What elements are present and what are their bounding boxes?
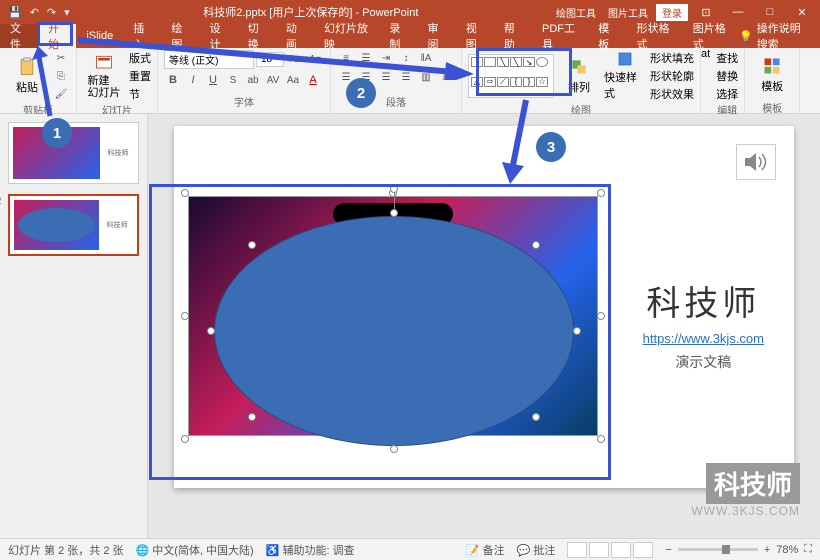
watermark: 科技师 WWW.3KJS.COM xyxy=(691,463,800,518)
sorter-view-icon[interactable] xyxy=(589,542,609,558)
zoom-control[interactable]: − + 78% ⛶ xyxy=(665,543,812,556)
templates-button[interactable]: 模板 xyxy=(751,50,793,100)
annotation-arrow-3 xyxy=(500,96,540,186)
reading-view-icon[interactable] xyxy=(611,542,631,558)
annotation-arrow-2 xyxy=(74,36,478,80)
group-editing: 查找 替换 选择 编辑 xyxy=(710,48,745,113)
shape-effects-button[interactable]: 形状效果 xyxy=(650,86,694,102)
thumbnail-2[interactable]: 2 * 科技师 xyxy=(8,194,139,256)
tab-help[interactable]: 帮助 xyxy=(494,24,532,48)
annotation-number-3: 3 xyxy=(536,132,566,162)
zoom-in-icon[interactable]: + xyxy=(764,544,770,556)
slide-title: 科技师 xyxy=(643,276,764,325)
shape-outline-button[interactable]: 形状轮廓 xyxy=(650,68,694,84)
quickstyle-icon xyxy=(615,51,635,67)
redo-icon[interactable]: ↷ xyxy=(47,6,56,19)
qat-dropdown-icon[interactable]: ▾ xyxy=(64,6,70,19)
section-button[interactable]: 节 xyxy=(129,86,151,102)
tab-picture-format[interactable]: 图片格式 xyxy=(683,24,739,48)
ribbon-options-icon[interactable]: ⊡ xyxy=(692,2,720,22)
find-button[interactable]: 查找 xyxy=(716,50,738,66)
arrange-icon xyxy=(569,57,589,77)
minimize-icon[interactable]: — xyxy=(724,2,752,22)
view-buttons xyxy=(567,542,653,558)
language-indicator[interactable]: 🌐 中文(简体, 中国大陆) xyxy=(136,542,254,558)
lightbulb-icon: 💡 xyxy=(739,30,753,43)
drawing-tools-tab[interactable]: 绘图工具 xyxy=(552,5,600,20)
slide-url[interactable]: https://www.3kjs.com xyxy=(643,331,764,346)
tab-shape-format[interactable]: 形状格式 xyxy=(626,24,682,48)
tab-file[interactable]: 文件 xyxy=(0,24,38,48)
quick-style-button[interactable]: 快速样式 xyxy=(604,51,646,101)
undo-icon[interactable]: ↶ xyxy=(30,6,39,19)
picture-tools-tab[interactable]: 图片工具 xyxy=(604,5,652,20)
accessibility-check[interactable]: ♿ 辅助功能: 调查 xyxy=(266,542,355,558)
zoom-level[interactable]: 78% xyxy=(776,544,798,556)
maximize-icon[interactable]: □ xyxy=(756,2,784,22)
annotation-box-2 xyxy=(476,48,572,96)
slide-thumbnails: 1 * 科技师 2 * 科技师 xyxy=(0,114,148,538)
slide-text-block[interactable]: 科技师 https://www.3kjs.com 演示文稿 xyxy=(643,276,764,372)
tab-template[interactable]: 模板 xyxy=(588,24,626,48)
window-title: 科技师2.pptx [用户上次保存的] - PowerPoint xyxy=(70,4,552,20)
fit-window-icon[interactable]: ⛶ xyxy=(804,543,812,556)
slide-counter[interactable]: 幻灯片 第 2 张，共 2 张 xyxy=(8,542,124,558)
annotation-box-1 xyxy=(37,22,73,46)
template-icon xyxy=(762,56,782,76)
shape-fill-button[interactable]: 形状填充 xyxy=(650,50,694,66)
save-icon[interactable]: 💾 xyxy=(8,6,22,19)
close-icon[interactable]: ✕ xyxy=(788,2,816,22)
annotation-number-1: 1 xyxy=(42,118,72,148)
replace-button[interactable]: 替换 xyxy=(716,68,738,84)
group-templates: 模板 模板 xyxy=(745,48,800,113)
notes-button[interactable]: 📝 备注 xyxy=(466,542,505,558)
thumbnail-1[interactable]: 1 * 科技师 xyxy=(8,122,139,184)
quick-access-toolbar: 💾 ↶ ↷ ▾ xyxy=(0,6,70,19)
comments-button[interactable]: 💬 批注 xyxy=(517,542,556,558)
slideshow-view-icon[interactable] xyxy=(633,542,653,558)
tab-pdf[interactable]: PDF工具 xyxy=(532,24,588,48)
status-bar: 幻灯片 第 2 张，共 2 张 🌐 中文(简体, 中国大陆) ♿ 辅助功能: 调… xyxy=(0,538,820,560)
login-button[interactable]: 登录 xyxy=(656,4,688,21)
annotation-box-3 xyxy=(149,184,611,480)
zoom-slider[interactable] xyxy=(678,548,758,551)
audio-icon[interactable] xyxy=(736,144,776,180)
zoom-out-icon[interactable]: − xyxy=(665,544,671,556)
select-button[interactable]: 选择 xyxy=(716,86,738,102)
annotation-number-2: 2 xyxy=(346,78,376,108)
annotation-arrow-1 xyxy=(30,46,60,120)
normal-view-icon[interactable] xyxy=(567,542,587,558)
slide-subtitle: 演示文稿 xyxy=(643,352,764,372)
